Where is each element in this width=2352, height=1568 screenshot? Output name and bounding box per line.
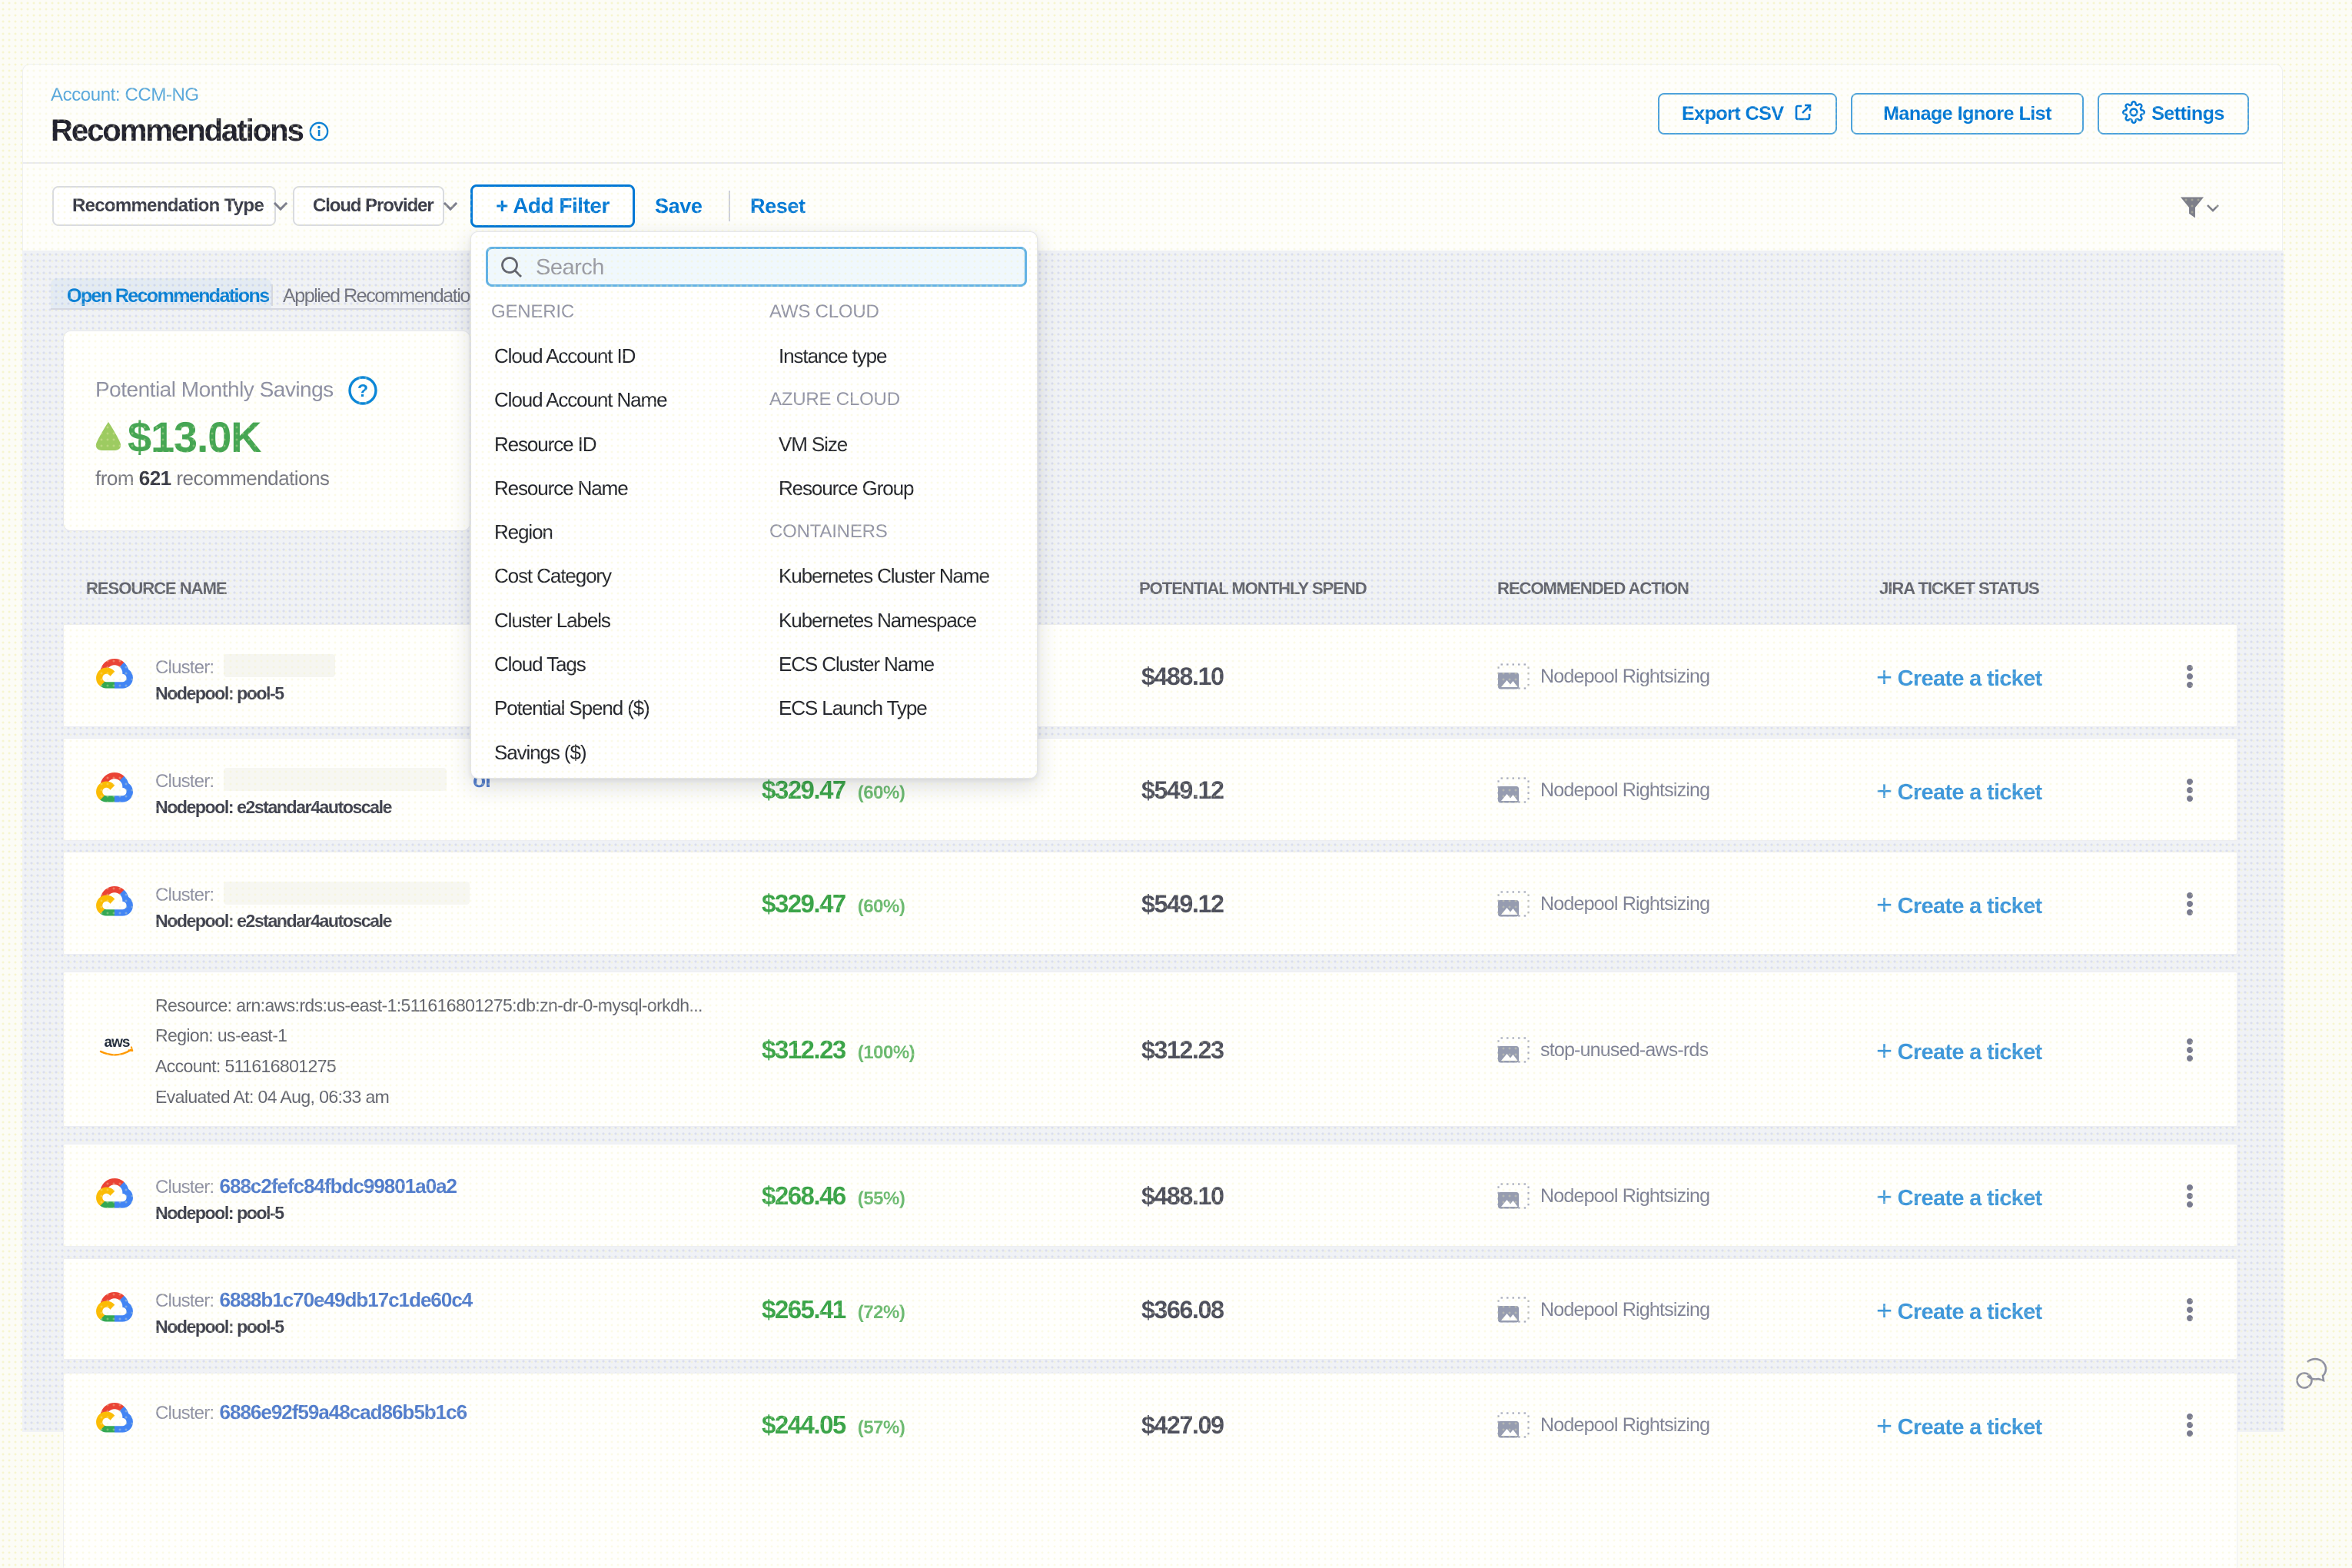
svg-text:?: ? [357, 380, 368, 400]
